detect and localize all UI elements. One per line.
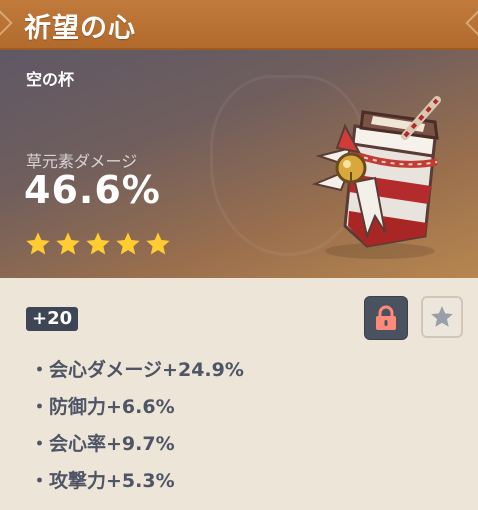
substat-item: ・攻撃力+5.3% (30, 470, 175, 492)
rarity-star-icon (146, 232, 170, 255)
main-stat-value: 46.6% (24, 168, 161, 212)
artifact-goblet-image (311, 96, 441, 259)
lock-button[interactable] (364, 296, 408, 340)
substat-item: ・会心ダメージ+24.9% (30, 359, 244, 381)
left-ornament (0, 10, 13, 36)
rarity-star-icon (26, 232, 50, 255)
right-ornament (465, 10, 478, 36)
lock-icon (376, 305, 396, 330)
artifact-name: 祈望の心 (24, 13, 136, 44)
rarity-star-icon (116, 232, 140, 255)
artifact-detail-card: 祈望の心 空の杯 草元素ダメージ 46.6% +20 ・会心ダメージ+24.9%… (0, 0, 478, 510)
rarity-stars (24, 230, 172, 260)
substat-item: ・会心率+9.7% (30, 433, 175, 455)
star-icon (431, 306, 453, 327)
title-bar: 祈望の心 (0, 0, 478, 50)
artifact-hero: 空の杯 草元素ダメージ 46.6% (0, 50, 478, 278)
substat-item: ・防御力+6.6% (30, 396, 175, 418)
substat-list: ・会心ダメージ+24.9% ・防御力+6.6% ・会心率+9.7% ・攻撃力+5… (30, 352, 244, 500)
level-badge: +20 (26, 307, 79, 331)
rarity-star-icon (56, 232, 80, 255)
artifact-info-panel: +20 ・会心ダメージ+24.9% ・防御力+6.6% ・会心率+9.7% ・攻… (0, 278, 478, 510)
rarity-star-icon (86, 232, 110, 255)
artifact-slot: 空の杯 (26, 70, 75, 89)
favorite-button[interactable] (421, 296, 463, 338)
